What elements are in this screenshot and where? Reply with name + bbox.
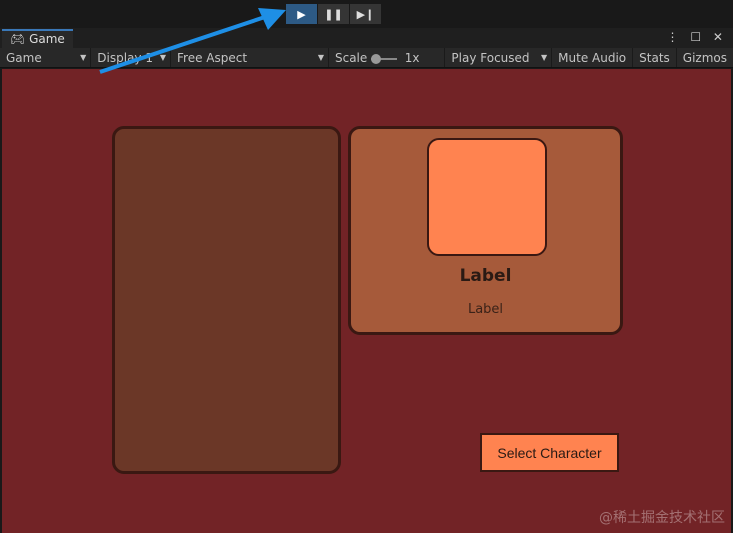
annotation-arrow-icon (0, 0, 733, 533)
